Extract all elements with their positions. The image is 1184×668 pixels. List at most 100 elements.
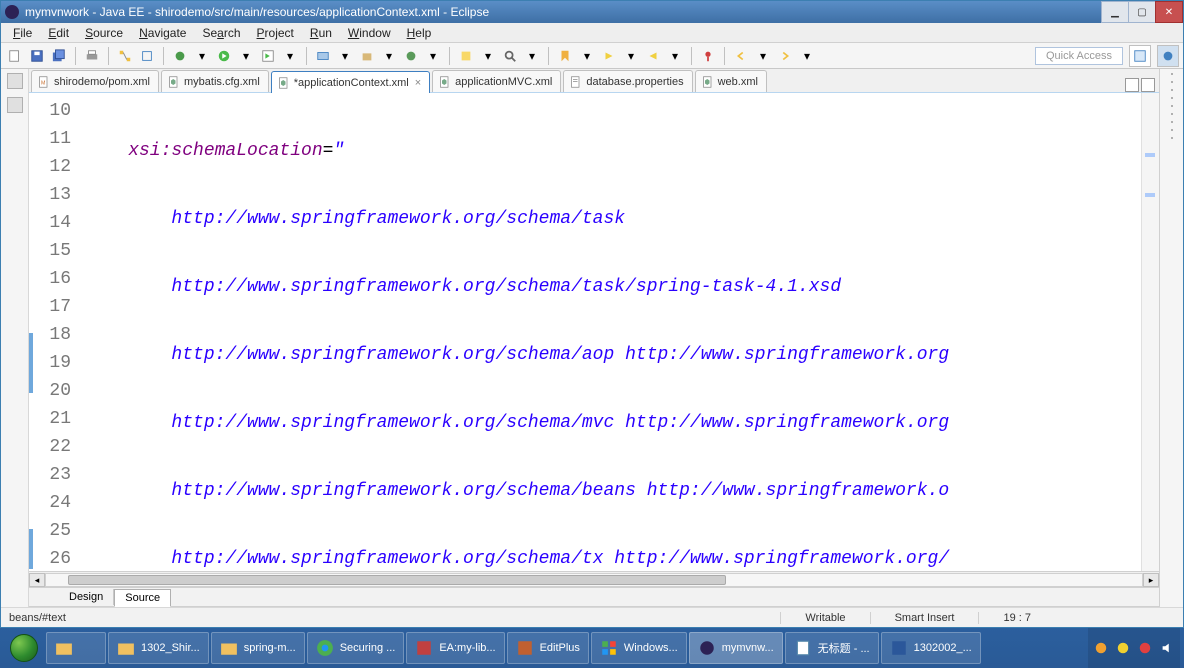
save-all-button[interactable] — [49, 46, 69, 66]
editor-tabs: M shirodemo/pom.xml mybatis.cfg.xml *app… — [29, 69, 1159, 93]
dropdown-icon[interactable]: ▾ — [280, 46, 300, 66]
taskbar-item[interactable]: spring-m... — [211, 632, 305, 664]
taskbar-item[interactable]: Windows... — [591, 632, 687, 664]
system-tray[interactable] — [1088, 628, 1180, 668]
dropdown-icon[interactable]: ▾ — [335, 46, 355, 66]
restore-view-icon[interactable] — [7, 73, 23, 89]
outline-icon[interactable] — [1171, 81, 1173, 83]
design-tab[interactable]: Design — [59, 589, 114, 605]
dropdown-icon[interactable]: ▾ — [478, 46, 498, 66]
menu-search[interactable]: Search — [194, 24, 248, 42]
back-button[interactable] — [731, 46, 751, 66]
quick-access-input[interactable]: Quick Access — [1035, 47, 1123, 65]
titlebar[interactable]: mymvnwork - Java EE - shirodemo/src/main… — [1, 1, 1183, 23]
servers-icon[interactable] — [1171, 97, 1173, 99]
menu-window[interactable]: Window — [340, 24, 399, 42]
forward-button[interactable] — [775, 46, 795, 66]
start-button[interactable] — [4, 631, 44, 665]
menu-run[interactable]: Run — [302, 24, 340, 42]
taskbar-item[interactable]: EA:my-lib... — [406, 632, 504, 664]
new-button[interactable] — [5, 46, 25, 66]
source-tab[interactable]: Source — [114, 589, 171, 607]
menu-source[interactable]: Source — [77, 24, 131, 42]
menu-help[interactable]: Help — [399, 24, 440, 42]
search-button[interactable] — [500, 46, 520, 66]
new-class-button[interactable] — [401, 46, 421, 66]
scroll-right-icon[interactable]: ▸ — [1143, 573, 1159, 587]
tab-database-properties[interactable]: database.properties — [563, 70, 692, 92]
data-source-icon[interactable] — [1171, 105, 1173, 107]
close-button[interactable]: ✕ — [1155, 1, 1183, 23]
dropdown-icon[interactable]: ▾ — [423, 46, 443, 66]
menu-file[interactable]: File — [5, 24, 40, 42]
taskbar-word[interactable]: 1302002_... — [881, 632, 981, 664]
taskbar-chrome[interactable]: Securing ... — [307, 632, 405, 664]
perspective-open-button[interactable] — [1129, 45, 1151, 67]
overview-ruler[interactable] — [1141, 93, 1159, 571]
dropdown-icon[interactable]: ▾ — [797, 46, 817, 66]
chrome-icon — [316, 639, 334, 657]
tab-applicationmvc[interactable]: applicationMVC.xml — [432, 70, 561, 92]
tab-web-xml[interactable]: web.xml — [695, 70, 767, 92]
tab-pom-xml[interactable]: M shirodemo/pom.xml — [31, 70, 159, 92]
dropdown-icon[interactable]: ▾ — [379, 46, 399, 66]
menu-navigate[interactable]: Navigate — [131, 24, 194, 42]
new-server-button[interactable] — [313, 46, 333, 66]
restore-view-icon[interactable] — [1171, 73, 1173, 75]
dropdown-icon[interactable]: ▾ — [236, 46, 256, 66]
scroll-left-icon[interactable]: ◂ — [29, 573, 45, 587]
toggle-mark-button[interactable] — [555, 46, 575, 66]
minimize-button[interactable]: ▁ — [1101, 1, 1129, 23]
snippets-icon[interactable] — [1171, 113, 1173, 115]
debug-button[interactable] — [170, 46, 190, 66]
volume-icon[interactable] — [1160, 641, 1174, 655]
close-tab-icon[interactable]: × — [415, 77, 421, 89]
new-package-button[interactable] — [357, 46, 377, 66]
prev-annotation-button[interactable] — [643, 46, 663, 66]
code-content[interactable]: xsi:schemaLocation=" http://www.springfr… — [79, 93, 1141, 571]
task-list-icon[interactable] — [1171, 89, 1173, 91]
next-annotation-button[interactable] — [599, 46, 619, 66]
minimize-editor-icon[interactable] — [1125, 78, 1139, 92]
maximize-editor-icon[interactable] — [1141, 78, 1155, 92]
current-line-marker — [29, 333, 33, 361]
toggle-button[interactable] — [137, 46, 157, 66]
perspective-javaee-button[interactable] — [1157, 45, 1179, 67]
taskbar-editplus[interactable]: EditPlus — [507, 632, 589, 664]
taskbar-notepad[interactable]: 无标题 - ... — [785, 632, 879, 664]
tab-mybatis-cfg[interactable]: mybatis.cfg.xml — [161, 70, 269, 92]
run-button[interactable] — [214, 46, 234, 66]
editor-body[interactable]: 10 11 12 13 14 15 16 17 18 19 20 21 22 2… — [29, 93, 1159, 571]
horizontal-scrollbar[interactable]: ◂ ▸ — [29, 571, 1159, 587]
tray-icon[interactable] — [1094, 641, 1108, 655]
dropdown-icon[interactable]: ▾ — [192, 46, 212, 66]
markers-icon[interactable] — [1171, 121, 1173, 123]
maximize-button[interactable]: ▢ — [1128, 1, 1156, 23]
dropdown-icon[interactable]: ▾ — [522, 46, 542, 66]
taskbar-eclipse[interactable]: mymvnw... — [689, 632, 783, 664]
menu-project[interactable]: Project — [249, 24, 302, 42]
tray-icon[interactable] — [1116, 641, 1130, 655]
project-explorer-icon[interactable] — [7, 97, 23, 113]
open-type-button[interactable] — [456, 46, 476, 66]
dropdown-icon[interactable]: ▾ — [753, 46, 773, 66]
console-icon[interactable] — [1171, 137, 1173, 139]
dropdown-icon[interactable]: ▾ — [621, 46, 641, 66]
save-button[interactable] — [27, 46, 47, 66]
taskbar-explorer[interactable] — [46, 632, 106, 664]
scroll-thumb[interactable] — [68, 575, 726, 585]
taskbar-item[interactable]: 1302_Shir... — [108, 632, 209, 664]
print-button[interactable] — [82, 46, 102, 66]
run-last-button[interactable] — [258, 46, 278, 66]
menu-edit[interactable]: Edit — [40, 24, 77, 42]
dropdown-icon[interactable]: ▾ — [665, 46, 685, 66]
dropdown-icon[interactable]: ▾ — [577, 46, 597, 66]
overview-mark[interactable] — [1145, 193, 1155, 197]
tray-icon[interactable] — [1138, 641, 1152, 655]
pin-editor-button[interactable] — [698, 46, 718, 66]
properties-icon[interactable] — [1171, 129, 1173, 131]
link-editor-button[interactable] — [115, 46, 135, 66]
overview-mark[interactable] — [1145, 153, 1155, 157]
tab-applicationcontext[interactable]: *applicationContext.xml × — [271, 71, 430, 93]
scroll-track[interactable] — [45, 573, 1143, 587]
